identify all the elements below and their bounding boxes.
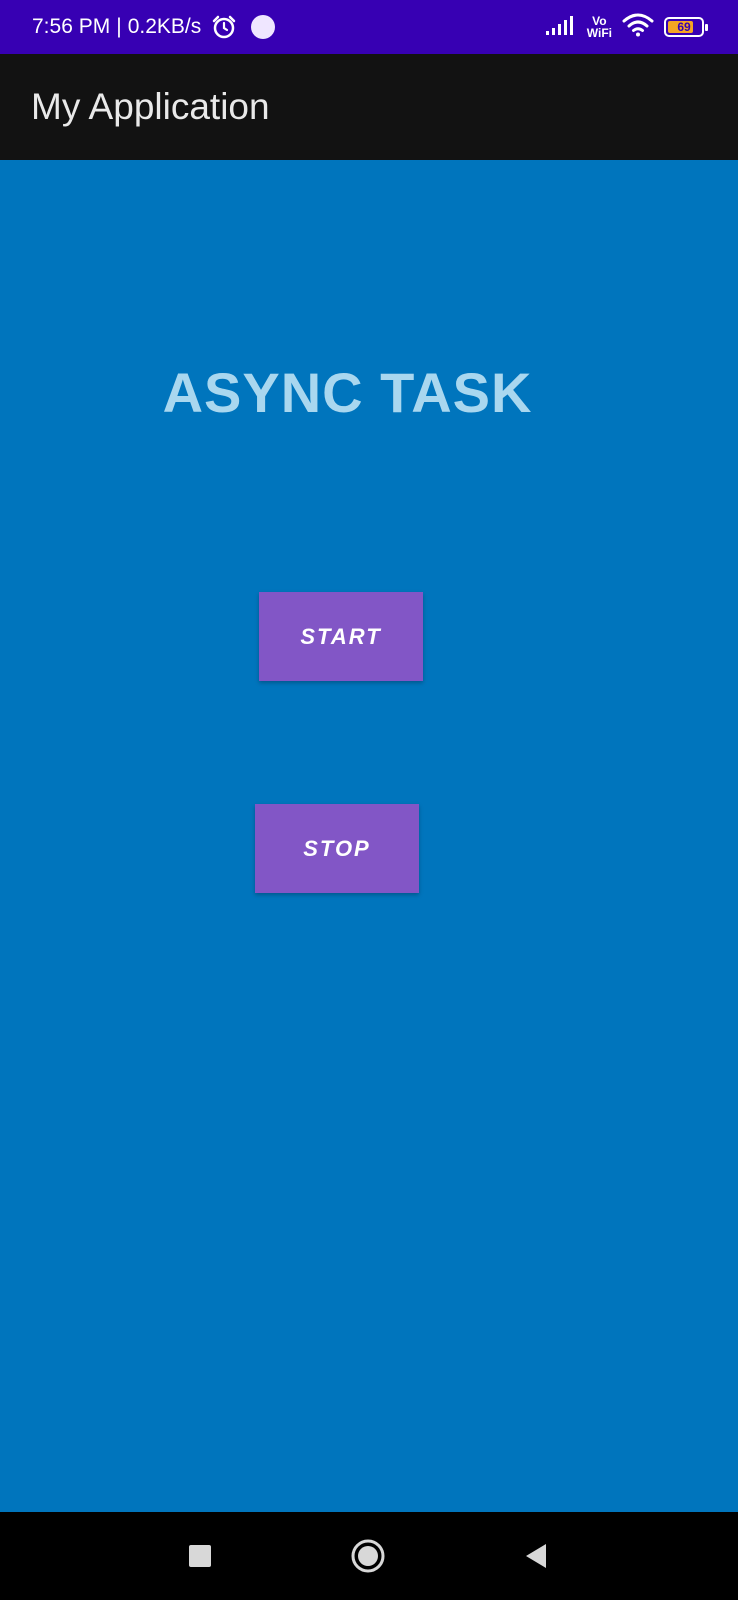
- status-separator: |: [116, 15, 122, 38]
- wifi-icon: [622, 12, 654, 43]
- back-button[interactable]: [514, 1512, 558, 1600]
- home-icon: [351, 1539, 385, 1573]
- vowifi-bottom-label: WiFi: [586, 26, 612, 40]
- app-bar: My Application: [0, 54, 738, 160]
- status-time: 7:56 PM: [32, 15, 111, 38]
- page-heading: ASYNC TASK: [162, 361, 533, 424]
- app-title: My Application: [31, 86, 270, 127]
- home-button[interactable]: [346, 1512, 390, 1600]
- status-right: Vo WiFi 69: [545, 0, 708, 54]
- navigation-bar: [0, 1512, 738, 1600]
- recents-icon: [189, 1545, 211, 1567]
- signal-icon: [545, 14, 577, 41]
- vowifi-indicator: Vo WiFi: [587, 15, 612, 39]
- status-bar: 7:56 PM | 0.2KB/s Vo WiFi 69: [0, 0, 738, 54]
- status-left: 7:56 PM | 0.2KB/s: [32, 0, 276, 54]
- back-icon: [526, 1544, 546, 1568]
- start-button[interactable]: START: [259, 592, 423, 681]
- battery-level: 69: [677, 20, 691, 34]
- main-content: ASYNC TASK START STOP: [0, 160, 738, 1512]
- alarm-icon: [211, 14, 237, 40]
- recents-button[interactable]: [178, 1512, 222, 1600]
- notification-dot-icon: [251, 15, 276, 39]
- battery-tip: [705, 24, 708, 31]
- network-speed: 0.2KB/s: [127, 15, 202, 38]
- stop-button[interactable]: STOP: [255, 804, 419, 893]
- battery-icon: 69: [664, 17, 708, 37]
